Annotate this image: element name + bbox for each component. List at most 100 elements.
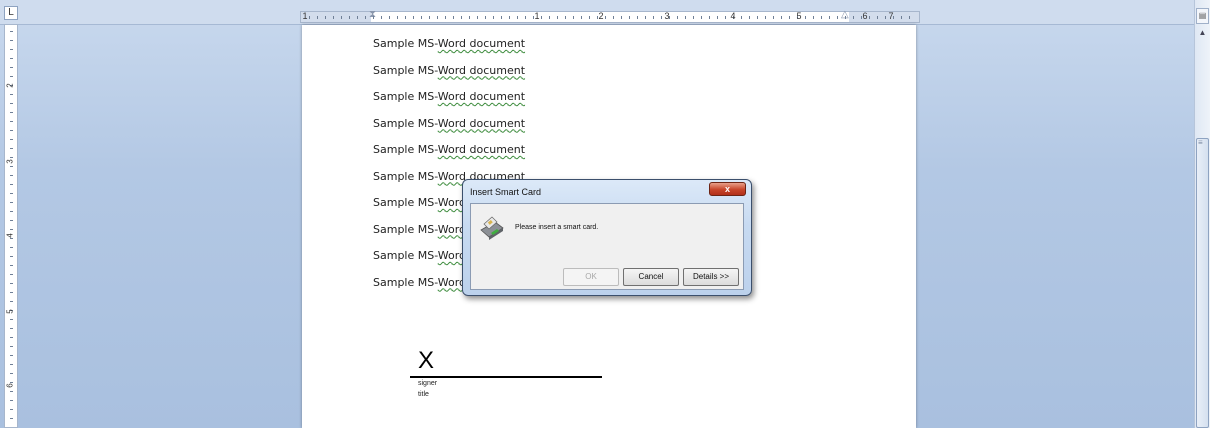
document-line[interactable]: Sample MS-Word document (373, 143, 525, 156)
line-text: Sample MS- (373, 143, 438, 156)
ruler-tick (845, 16, 846, 19)
dialog-close-button[interactable]: x (709, 182, 746, 196)
line-text: Sample MS- (373, 116, 438, 130)
document-line[interactable]: Sample MS-Word d (373, 223, 477, 236)
ruler-tick (10, 202, 13, 203)
ruler-tick (821, 16, 822, 19)
spellcheck-flagged-text[interactable]: Word document (438, 37, 525, 50)
scrollbar-thumb[interactable] (1196, 138, 1209, 428)
spellcheck-flagged-text[interactable]: Word document (438, 143, 525, 156)
close-icon: x (724, 184, 730, 194)
ruler-tick (10, 148, 13, 149)
document-line[interactable]: Sample MS-Word document (373, 90, 525, 103)
ruler-tick (10, 130, 13, 131)
line-text: Sample MS- (373, 90, 438, 103)
ruler-tick (10, 67, 13, 68)
ruler-tick (333, 16, 334, 19)
spellcheck-flagged-text[interactable]: Word document (438, 117, 525, 130)
ruler-tick (309, 16, 310, 19)
document-line[interactable]: Sample MS-Word document (373, 117, 525, 130)
ruler-tick (325, 16, 326, 19)
ruler-tick (877, 16, 878, 19)
ruler-tick (645, 16, 646, 19)
ruler-tick (10, 220, 13, 221)
ruler-tick (10, 373, 13, 374)
ruler-left-margin (301, 12, 371, 22)
document-line[interactable]: Sample MS-Word document (373, 37, 525, 50)
tab-stop-selector[interactable]: L (4, 6, 18, 20)
document-line[interactable]: Sample MS-Word d (373, 276, 477, 289)
ruler-tick (10, 103, 13, 104)
ruler-tick (541, 16, 542, 19)
ruler-tick (909, 16, 910, 19)
ruler-tick (10, 184, 13, 185)
ok-button[interactable]: OK (563, 268, 619, 286)
ruler-tick (789, 16, 790, 19)
ruler-tick (10, 139, 13, 140)
ruler-tick (493, 16, 494, 19)
ruler-tick (605, 16, 606, 19)
line-text: Sample MS- (373, 169, 438, 183)
spellcheck-flagged-text[interactable]: Word document (438, 90, 525, 103)
vertical-scrollbar[interactable]: ▤ ▲ ≡ (1194, 0, 1210, 428)
ruler-tick (10, 112, 13, 113)
ruler-tick (765, 16, 766, 19)
vertical-ruler-number: 2 (5, 83, 15, 88)
ruler-tick (613, 16, 614, 19)
ruler-tick (853, 16, 854, 19)
ruler-tick (389, 16, 390, 19)
ruler-tick (621, 16, 622, 19)
ruler-tick (10, 409, 13, 410)
ruler-tick (413, 16, 414, 19)
ruler-tick (653, 16, 654, 19)
ruler-tick (10, 418, 13, 419)
ruler-tick (10, 301, 13, 302)
ruler-tick (509, 16, 510, 19)
ruler-tick (10, 31, 13, 32)
details-button[interactable]: Details >> (683, 268, 739, 286)
ruler-tick (637, 16, 638, 19)
ruler-tick (469, 16, 470, 19)
ruler-tick (357, 16, 358, 19)
ruler-tick (10, 265, 13, 266)
spellcheck-flagged-text[interactable]: Word document (438, 64, 525, 77)
ruler-tick (10, 355, 13, 356)
view-ruler-button[interactable]: ▤ (1196, 8, 1209, 24)
ruler-tick (10, 58, 13, 59)
line-text: Sample MS- (373, 37, 438, 50)
document-line[interactable]: Sample MS-Word d (373, 196, 477, 209)
document-line[interactable]: Sample MS-Word d (373, 249, 477, 262)
horizontal-ruler[interactable]: ⧗ △ 11234567 (300, 9, 920, 23)
insert-smart-card-dialog[interactable]: Insert Smart Card x Please insert a smar… (462, 179, 752, 296)
ruler-tick (709, 16, 710, 19)
vertical-ruler-number: 3 (5, 159, 15, 164)
vertical-ruler[interactable]: 2 3 4 5 6 (4, 24, 18, 428)
ruler-number: 4 (730, 11, 736, 21)
ruler-tick (10, 274, 13, 275)
ruler-number: 1 (302, 11, 308, 21)
document-line[interactable]: Sample MS-Word document (373, 64, 525, 77)
ruler-tick (373, 16, 374, 19)
cancel-button[interactable]: Cancel (623, 268, 679, 286)
ruler-tick (10, 238, 13, 239)
signature-line[interactable] (410, 376, 602, 378)
ruler-number: 6 (862, 11, 868, 21)
ruler-tick (10, 121, 13, 122)
scrollbar-grip-icon: ≡ (1198, 138, 1203, 147)
ruler-number: 7 (888, 11, 894, 21)
ruler-tick (10, 40, 13, 41)
ruler-tick (10, 337, 13, 338)
ruler-tick (10, 247, 13, 248)
ruler-tick (685, 16, 686, 19)
vertical-ruler-number: 5 (5, 309, 15, 314)
ruler-tick (10, 292, 13, 293)
dialog-message: Please insert a smart card. (515, 224, 599, 231)
ruler-tick (477, 16, 478, 19)
ruler-tick (805, 16, 806, 19)
ruler-tick (10, 256, 13, 257)
ruler-tick (10, 229, 13, 230)
ruler-tick (725, 16, 726, 19)
ruler-tick (677, 16, 678, 19)
scroll-up-arrow-icon[interactable]: ▲ (1197, 28, 1208, 38)
ruler-tick (837, 16, 838, 19)
